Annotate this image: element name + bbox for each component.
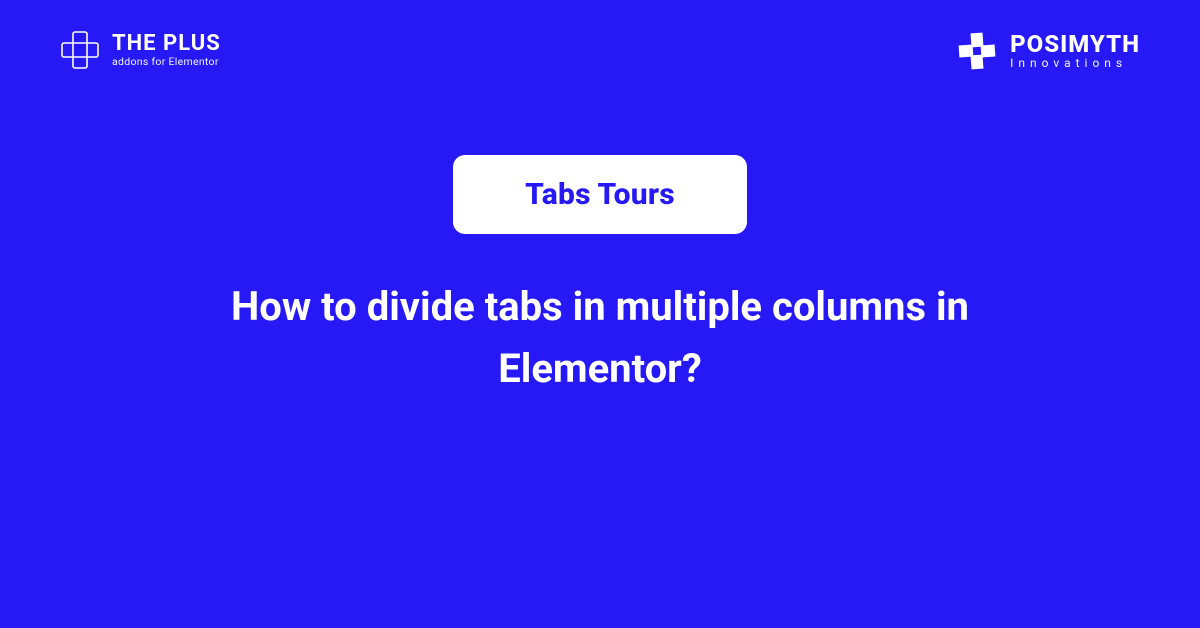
content: Tabs Tours How to divide tabs in multipl… <box>0 155 1200 400</box>
brand-left: THE PLUS addons for Elementor <box>60 30 221 70</box>
category-badge-label: Tabs Tours <box>525 177 675 212</box>
brand-left-text: THE PLUS addons for Elementor <box>112 32 221 68</box>
category-badge: Tabs Tours <box>453 155 747 234</box>
headline: How to divide tabs in multiple columns i… <box>160 276 1040 400</box>
brand-right: POSIMYTH Innovations <box>956 30 1140 72</box>
brand-left-title: THE PLUS <box>112 32 221 56</box>
brand-left-subtitle: addons for Elementor <box>112 56 221 68</box>
plus-logo-icon <box>60 30 100 70</box>
posimyth-logo-icon <box>956 30 998 72</box>
brand-right-subtitle: Innovations <box>1010 57 1140 70</box>
brand-right-text: POSIMYTH Innovations <box>1010 32 1140 70</box>
brand-right-title: POSIMYTH <box>1010 32 1140 57</box>
header: THE PLUS addons for Elementor POSIMYTH I… <box>0 30 1200 72</box>
